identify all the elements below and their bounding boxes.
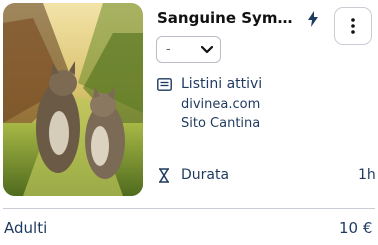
listini-title: Listini attivi bbox=[181, 76, 263, 92]
product-image[interactable] bbox=[3, 3, 143, 196]
variant-select[interactable]: - bbox=[156, 36, 221, 63]
durata-label: Durata bbox=[181, 167, 230, 183]
kebab-menu-button[interactable] bbox=[334, 7, 372, 45]
kebab-menu-icon bbox=[351, 18, 355, 34]
cats-vineyard-photo bbox=[3, 3, 143, 196]
price-row-label: Adulti bbox=[4, 219, 48, 237]
list-icon bbox=[157, 78, 172, 91]
select-value: - bbox=[166, 42, 171, 57]
hourglass-icon bbox=[159, 168, 169, 183]
bolt-icon bbox=[308, 11, 318, 27]
divider bbox=[3, 208, 375, 209]
listini-item-divinea: divinea.com bbox=[181, 97, 261, 112]
product-title[interactable]: Sanguine Symph… bbox=[157, 9, 299, 27]
listini-item-sito-cantina: Sito Cantina bbox=[181, 116, 261, 131]
durata-value: 1h bbox=[358, 167, 376, 183]
price-row-value: 10 € bbox=[339, 219, 373, 237]
chevron-down-icon bbox=[201, 45, 213, 53]
